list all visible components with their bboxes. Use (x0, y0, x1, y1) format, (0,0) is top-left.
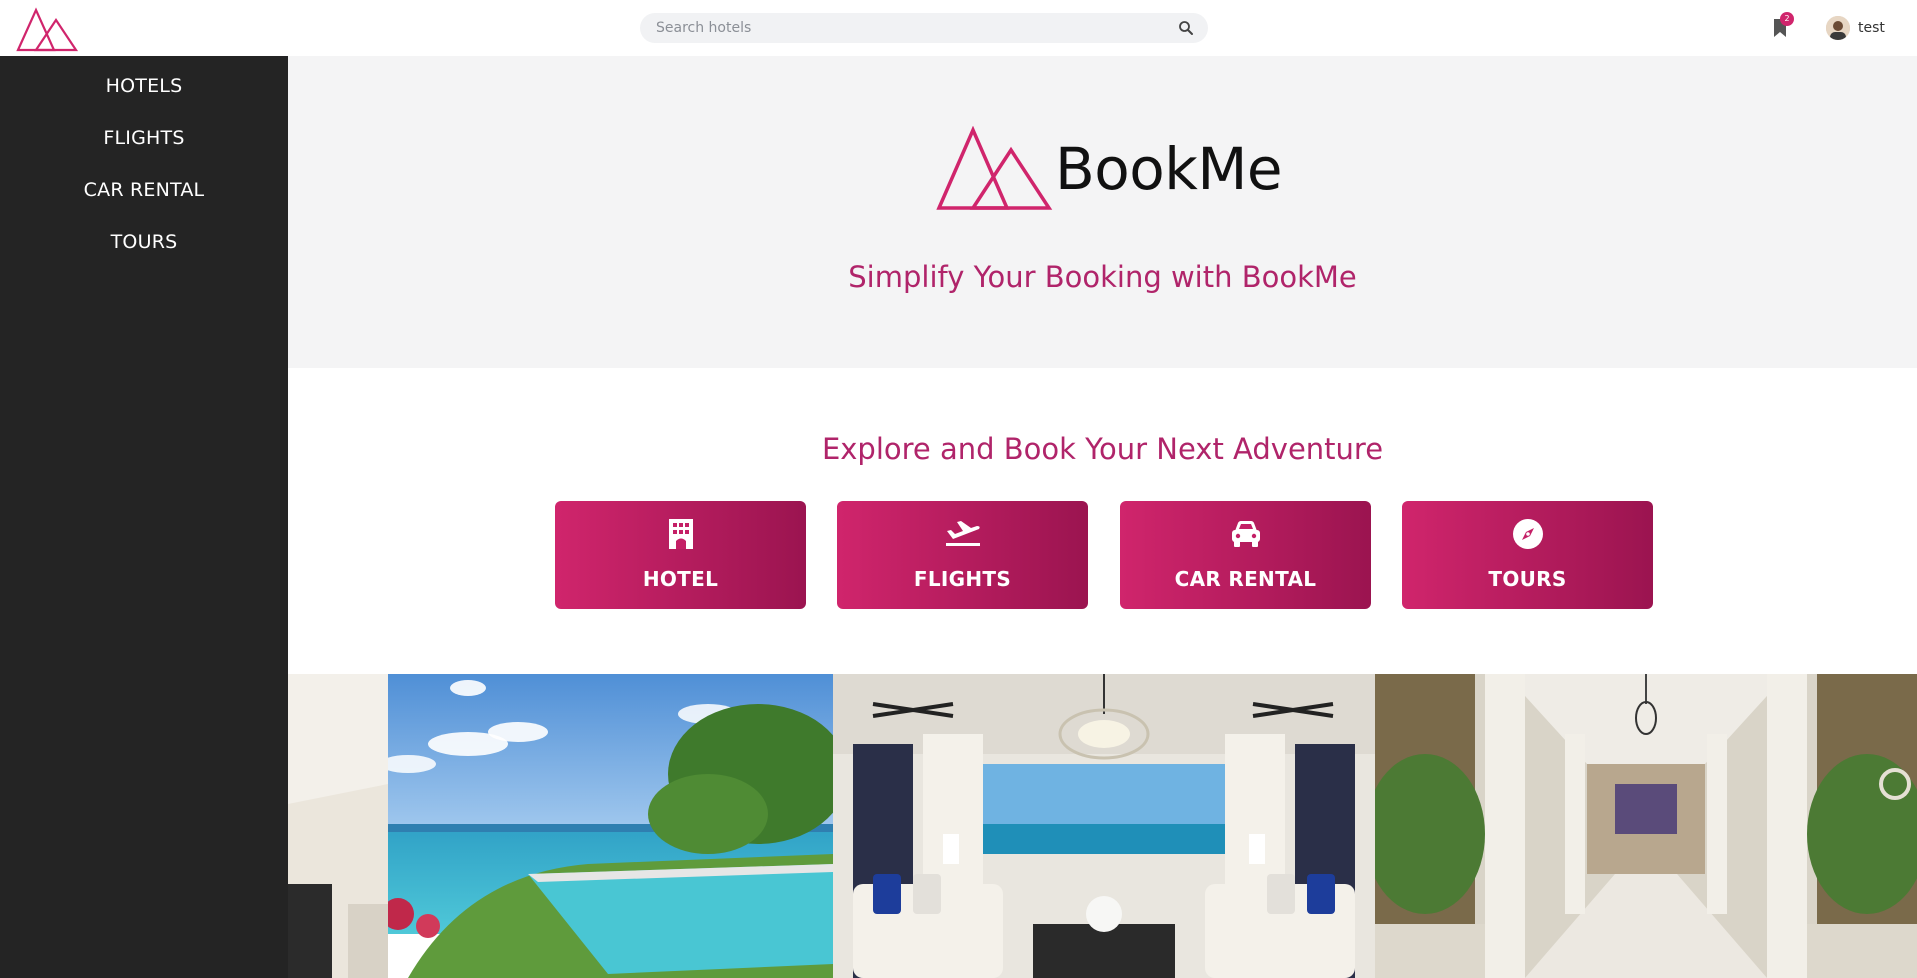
compass-icon (1512, 519, 1543, 549)
sidebar: HOTELS FLIGHTS CAR RENTAL TOURS (0, 56, 288, 978)
sidebar-item-hotels[interactable]: HOTELS (0, 60, 288, 112)
category-label: HOTEL (642, 567, 719, 591)
bookmark-count-badge: 2 (1780, 12, 1794, 26)
hero-section: BookMe Simplify Your Booking with BookMe (288, 56, 1917, 368)
category-label: CAR RENTAL (1174, 567, 1317, 591)
search-icon[interactable] (1178, 20, 1194, 36)
gallery-image-hallway (1375, 674, 1917, 978)
gallery-image-ocean-pool (288, 674, 833, 978)
bookme-logo[interactable] (16, 6, 80, 52)
car-icon (1231, 521, 1260, 547)
gallery-image-living-room (833, 674, 1375, 978)
avatar (1826, 16, 1850, 40)
category-label: FLIGHTS (913, 567, 1012, 591)
top-bar: 2 test (0, 0, 1917, 56)
hero-tagline: Simplify Your Booking with BookMe (848, 260, 1357, 294)
category-hotel-button[interactable]: HOTEL (555, 501, 806, 609)
hotel-icon (668, 519, 693, 549)
sidebar-item-tours[interactable]: TOURS (0, 216, 288, 268)
bookme-logo-large (936, 126, 1053, 210)
bookmarks-button[interactable]: 2 (1768, 12, 1794, 40)
category-label: TOURS (1488, 567, 1567, 591)
category-flights-button[interactable]: FLIGHTS (837, 501, 1088, 609)
category-car-rental-button[interactable]: CAR RENTAL (1120, 501, 1371, 609)
brand-name: BookMe (1055, 135, 1283, 203)
user-menu[interactable]: test (1826, 14, 1885, 42)
explore-title: Explore and Book Your Next Adventure (821, 432, 1384, 466)
search-bar (640, 13, 1208, 43)
plane-icon (945, 521, 980, 546)
photo-gallery (288, 674, 1917, 978)
sidebar-item-flights[interactable]: FLIGHTS (0, 112, 288, 164)
category-tours-button[interactable]: TOURS (1402, 501, 1653, 609)
sidebar-item-car-rental[interactable]: CAR RENTAL (0, 164, 288, 216)
user-name: test (1858, 20, 1885, 36)
search-input[interactable] (640, 13, 1208, 43)
brand: BookMe (935, 124, 1283, 214)
